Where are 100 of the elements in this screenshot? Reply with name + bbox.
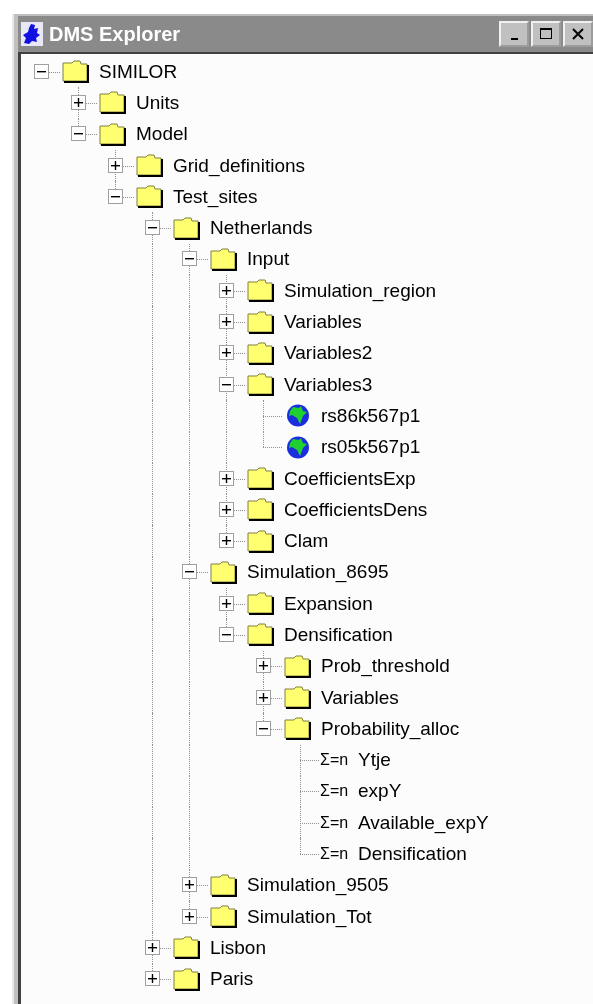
expand-button[interactable]	[182, 877, 197, 893]
expand-button[interactable]	[219, 501, 234, 517]
plus-icon	[222, 285, 231, 295]
collapse-button[interactable]	[256, 720, 271, 736]
tree-item[interactable]: Units	[136, 91, 180, 114]
expand-button[interactable]	[219, 533, 234, 549]
tree-item[interactable]: Clam	[284, 530, 329, 553]
tree-item[interactable]: Test_sites	[173, 185, 258, 208]
plus-icon	[222, 317, 231, 326]
folder-icon	[246, 497, 276, 523]
folder-icon	[98, 121, 128, 147]
folder-icon	[246, 340, 276, 366]
close-button[interactable]	[563, 21, 593, 47]
folder-icon	[283, 653, 313, 679]
tree-item[interactable]: Variables	[284, 311, 362, 333]
plus-icon	[185, 911, 194, 921]
expand-button[interactable]	[182, 908, 197, 924]
tree-item[interactable]: Lisbon	[210, 936, 266, 959]
formula-icon: Σ=n	[320, 845, 350, 864]
tree-item[interactable]: CoefficientsDens	[284, 498, 428, 521]
plus-icon	[222, 504, 231, 514]
window-title: DMS Explorer	[49, 22, 181, 46]
tree-item[interactable]: Paris	[210, 968, 254, 991]
collapse-button[interactable]	[219, 376, 234, 392]
collapse-button[interactable]	[108, 188, 123, 204]
tree-item[interactable]: expY	[358, 780, 402, 803]
formula-icon: Σ=n	[320, 782, 350, 801]
folder-icon	[246, 309, 276, 335]
collapse-button[interactable]	[219, 627, 234, 642]
folder-icon	[246, 372, 276, 398]
tree-item[interactable]: Available_expY	[358, 811, 489, 834]
folder-icon	[209, 559, 239, 585]
tree-item[interactable]: Variables2	[284, 342, 373, 365]
tree-item[interactable]: rs86k567p1	[321, 404, 421, 427]
map-icon	[21, 22, 43, 46]
expand-button[interactable]	[108, 157, 123, 173]
plus-icon	[111, 160, 120, 170]
folder-icon	[209, 872, 239, 898]
folder-icon	[246, 528, 276, 554]
expand-button[interactable]	[219, 314, 234, 329]
tree-item[interactable]: Densification	[284, 624, 393, 646]
expand-button[interactable]	[219, 282, 234, 298]
folder-icon	[135, 184, 165, 210]
folder-icon	[246, 466, 276, 491]
expand-button[interactable]	[256, 689, 271, 705]
expand-button[interactable]	[145, 939, 160, 955]
folder-icon	[61, 59, 91, 85]
tree-item[interactable]: Simulation_8695	[247, 561, 389, 584]
maximize-icon	[539, 27, 553, 41]
tree-item[interactable]: SIMILOR	[99, 60, 178, 83]
folder-icon	[209, 904, 239, 930]
folder-icon	[172, 935, 202, 961]
folder-icon	[246, 622, 276, 648]
tree-item[interactable]: Simulation_9505	[247, 874, 389, 897]
tree-item[interactable]: Densification	[358, 843, 467, 866]
minimize-icon	[510, 37, 518, 40]
folder-icon	[209, 246, 239, 272]
tree-item[interactable]: CoefficientsExp	[284, 467, 416, 490]
maximize-button[interactable]	[531, 21, 561, 47]
collapse-button[interactable]	[182, 564, 197, 580]
tree-item[interactable]: Ytje	[358, 749, 391, 772]
tree-item[interactable]: Model	[136, 123, 188, 146]
folder-icon	[172, 966, 202, 992]
tree-item[interactable]: Prob_threshold	[321, 655, 450, 678]
plus-icon	[74, 97, 83, 107]
folder-icon	[135, 153, 165, 179]
tree-item[interactable]: Expansion	[284, 592, 373, 615]
collapse-button[interactable]	[145, 220, 160, 236]
tree-item[interactable]: Simulation_region	[284, 279, 437, 302]
plus-icon	[259, 661, 268, 671]
tree-item[interactable]: rs05k567p1	[321, 436, 421, 459]
tree-item[interactable]: Variables	[321, 686, 399, 709]
formula-icon: Σ=n	[320, 813, 350, 832]
tree-item[interactable]: Probability_alloc	[321, 717, 460, 740]
collapse-button[interactable]	[34, 63, 49, 79]
plus-icon	[148, 974, 157, 984]
folder-icon	[172, 215, 202, 241]
expand-button[interactable]	[219, 595, 234, 611]
tree-item[interactable]: Grid_definitions	[173, 154, 306, 177]
plus-icon	[259, 692, 268, 702]
plus-icon	[222, 348, 231, 358]
close-icon	[571, 27, 585, 41]
expand-button[interactable]	[219, 345, 234, 361]
plus-icon	[185, 880, 194, 890]
folder-icon	[246, 591, 276, 617]
tree-item[interactable]: Simulation_Tot	[247, 905, 372, 928]
expand-button[interactable]	[145, 971, 160, 987]
tree-item[interactable]: Netherlands	[210, 217, 313, 240]
expand-button[interactable]	[219, 470, 234, 486]
expand-button[interactable]	[71, 94, 86, 110]
expand-button[interactable]	[256, 658, 271, 674]
folder-icon	[283, 716, 313, 742]
collapse-button[interactable]	[71, 126, 86, 142]
collapse-button[interactable]	[182, 251, 197, 267]
folder-icon	[283, 685, 313, 711]
formula-icon: Σ=n	[320, 751, 350, 770]
tree-item[interactable]: Variables3	[284, 373, 373, 396]
plus-icon	[222, 536, 231, 546]
tree-item[interactable]: Input	[247, 248, 290, 271]
folder-icon	[98, 90, 128, 116]
